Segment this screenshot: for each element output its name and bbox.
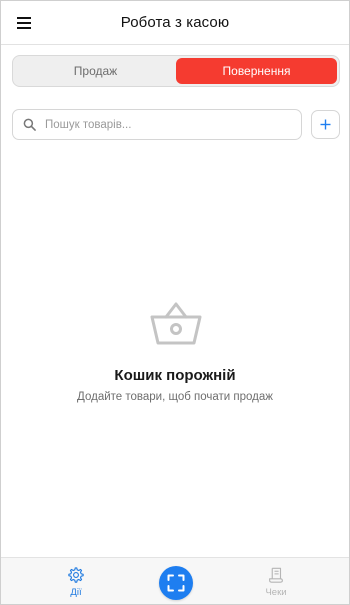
receipt-icon	[269, 567, 283, 583]
scan-button[interactable]	[159, 566, 193, 600]
plus-icon	[320, 119, 331, 130]
app-screen: Робота з касою Продаж Повернення Кошик п…	[0, 0, 350, 605]
mode-switch: Продаж Повернення	[12, 55, 340, 87]
nav-receipts-label: Чеки	[265, 587, 287, 598]
add-product-button[interactable]	[311, 110, 340, 139]
page-title: Робота з касою	[120, 14, 230, 31]
scan-icon	[167, 574, 185, 592]
search-input[interactable]	[45, 118, 285, 131]
empty-cart-title: Кошик порожній	[114, 367, 236, 384]
empty-cart-subtitle: Додайте товари, щоб почати продаж	[77, 391, 273, 403]
app-header: Робота з касою	[1, 1, 349, 45]
basket-icon	[150, 302, 202, 345]
nav-actions-label: Дії	[70, 587, 82, 598]
search-box	[12, 109, 302, 140]
tab-return[interactable]: Повернення	[176, 58, 337, 84]
tab-sale[interactable]: Продаж	[15, 58, 176, 84]
search-icon	[23, 118, 36, 131]
nav-receipts[interactable]: Чеки	[246, 558, 306, 605]
nav-actions[interactable]: Дії	[46, 558, 106, 605]
gear-icon	[68, 567, 84, 583]
